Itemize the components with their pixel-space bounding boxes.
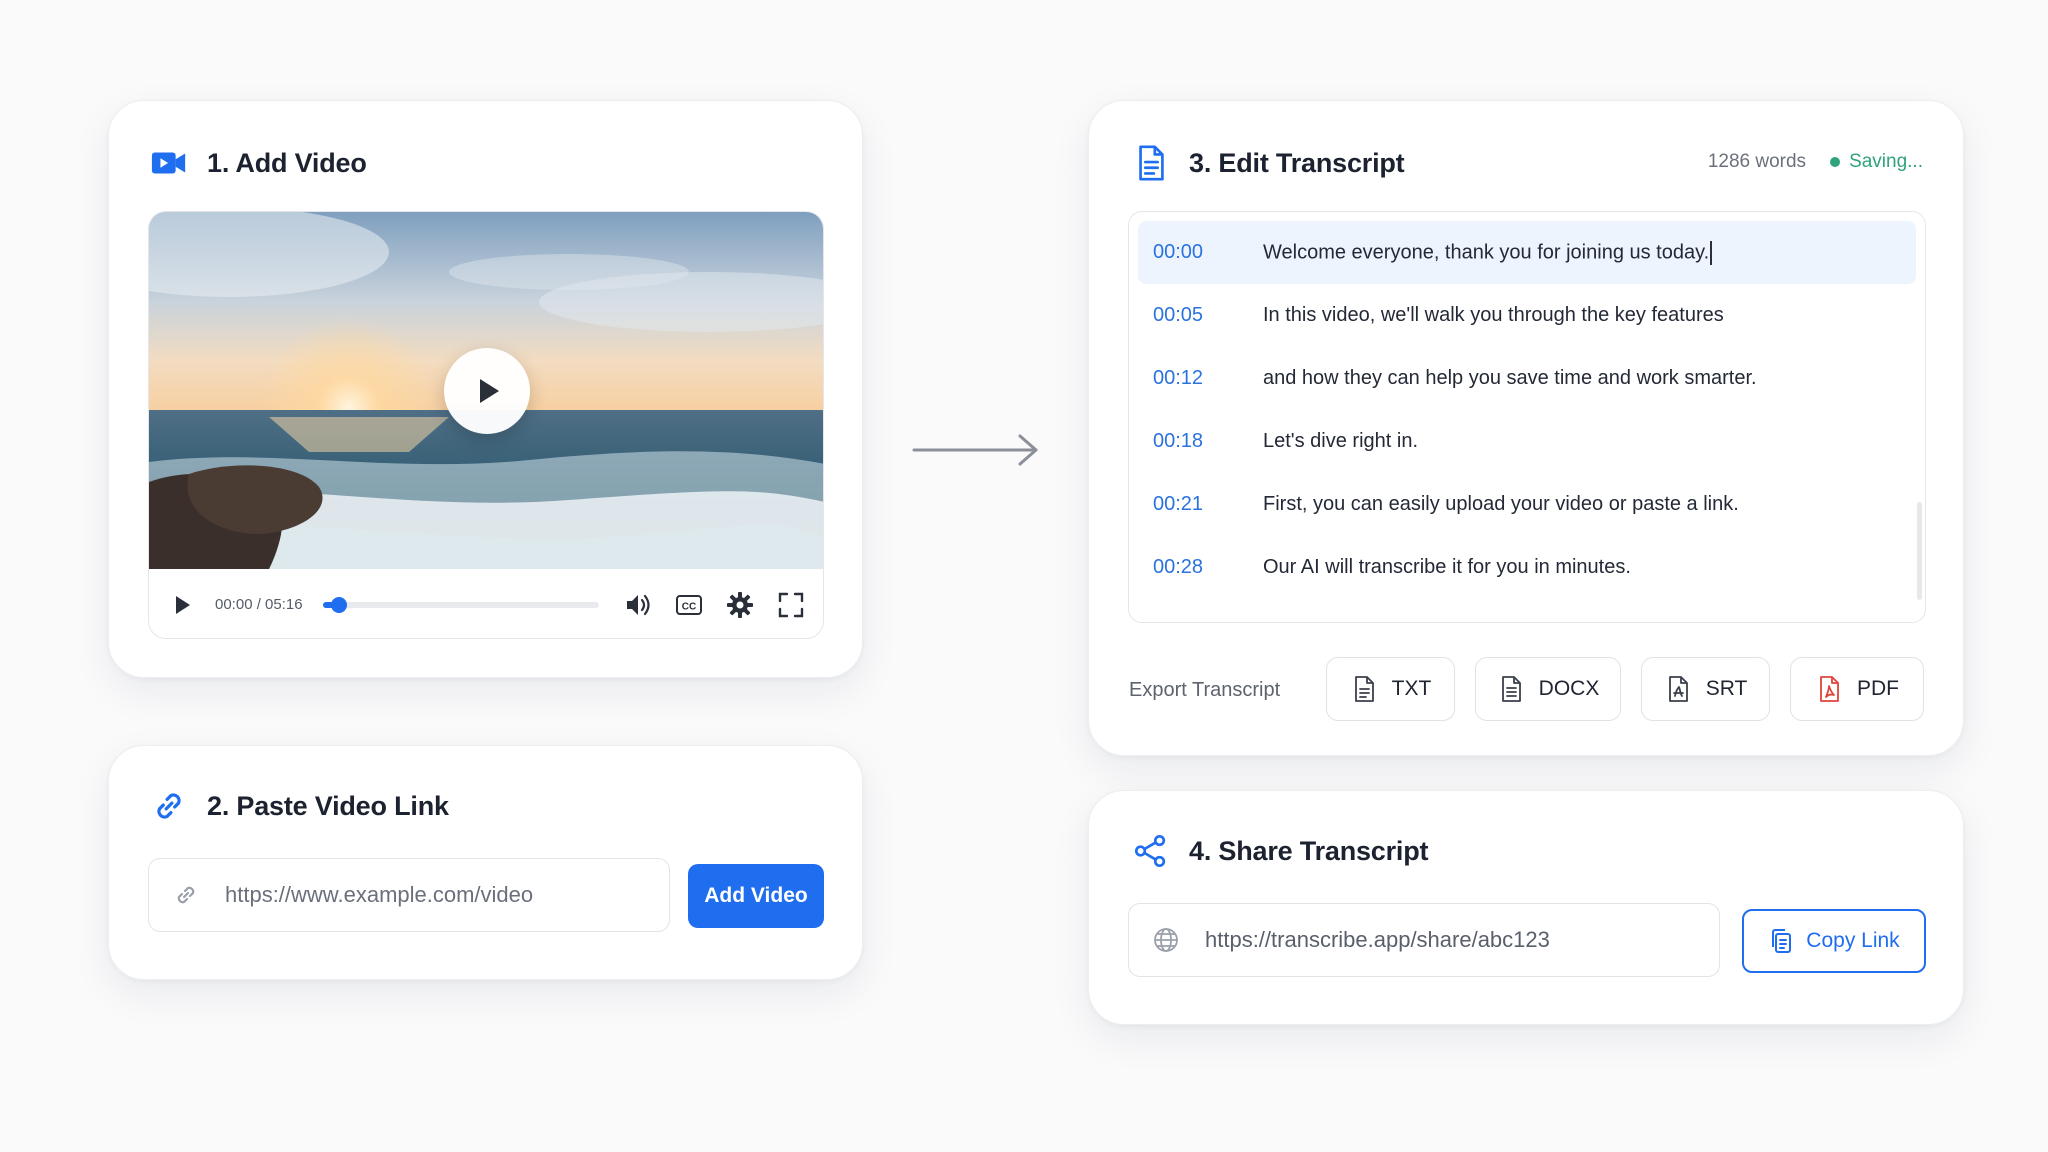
play-icon[interactable] bbox=[167, 590, 197, 620]
export-srt-button[interactable]: SRT bbox=[1641, 657, 1770, 721]
play-icon bbox=[480, 379, 499, 403]
word-count: 1286 words bbox=[1707, 151, 1807, 172]
document-icon bbox=[1131, 143, 1171, 183]
export-docx-label: DOCX bbox=[1538, 677, 1600, 700]
seek-bar[interactable] bbox=[322, 596, 599, 613]
transcript-editor[interactable]: 00:00 Welcome everyone, thank you for jo… bbox=[1128, 211, 1926, 623]
export-txt-label: TXT bbox=[1391, 677, 1432, 700]
video-player[interactable]: 00:00 / 05:16 CC bbox=[148, 211, 824, 639]
link-icon bbox=[149, 786, 189, 826]
share-url-field[interactable] bbox=[1128, 903, 1720, 977]
video-thumbnail[interactable] bbox=[149, 212, 823, 569]
add-video-title: 1. Add Video bbox=[207, 147, 367, 178]
saving-status: Saving... bbox=[1830, 151, 1923, 173]
paste-link-heading: 2. Paste Video Link bbox=[149, 786, 449, 826]
seek-handle[interactable] bbox=[331, 596, 348, 613]
text-caret bbox=[1710, 240, 1713, 265]
timestamp[interactable]: 00:00 bbox=[1153, 241, 1263, 264]
transcript-text[interactable]: Welcome everyone, thank you for joining … bbox=[1263, 240, 1713, 265]
saving-status-label: Saving... bbox=[1849, 151, 1923, 172]
srt-file-icon bbox=[1668, 676, 1688, 702]
add-video-heading: 1. Add Video bbox=[149, 143, 367, 183]
video-url-input[interactable] bbox=[225, 882, 645, 908]
transcript-text[interactable]: Our AI will transcribe it for you in min… bbox=[1263, 556, 1631, 579]
time-readout: 00:00 / 05:16 bbox=[215, 596, 303, 613]
timestamp[interactable]: 00:12 bbox=[1153, 367, 1263, 390]
share-icon bbox=[1131, 831, 1171, 871]
captions-icon[interactable]: CC bbox=[674, 590, 704, 620]
share-url-input[interactable] bbox=[1205, 927, 1705, 953]
share-transcript-card: 4. Share Transcript Copy Link bbox=[1088, 790, 1964, 1025]
transcript-line[interactable]: 00:05 In this video, we'll walk you thro… bbox=[1138, 284, 1916, 347]
transcript-text[interactable]: Let's dive right in. bbox=[1263, 430, 1418, 453]
add-video-button[interactable]: Add Video bbox=[688, 864, 824, 928]
transcript-text[interactable]: In this video, we'll walk you through th… bbox=[1263, 304, 1724, 327]
timestamp[interactable]: 00:28 bbox=[1153, 556, 1263, 579]
volume-icon[interactable] bbox=[623, 590, 653, 620]
transcript-line[interactable]: 00:12 and how they can help you save tim… bbox=[1138, 347, 1916, 410]
transcript-text[interactable]: and how they can help you save time and … bbox=[1263, 367, 1757, 390]
share-transcript-title: 4. Share Transcript bbox=[1189, 835, 1429, 866]
add-video-card: 1. Add Video 00:00 / 05:16 CC bbox=[108, 100, 863, 678]
paste-link-title: 2. Paste Video Link bbox=[207, 790, 449, 821]
transcript-line[interactable]: 00:00 Welcome everyone, thank you for jo… bbox=[1138, 221, 1916, 284]
share-transcript-heading: 4. Share Transcript bbox=[1131, 831, 1429, 871]
copy-icon bbox=[1772, 929, 1792, 953]
docx-file-icon bbox=[1501, 676, 1521, 702]
pdf-file-icon bbox=[1820, 676, 1839, 702]
edit-transcript-title: 3. Edit Transcript bbox=[1189, 147, 1405, 178]
transcript-text[interactable]: First, you can easily upload your video … bbox=[1263, 493, 1739, 516]
export-pdf-label: PDF bbox=[1857, 677, 1899, 700]
transcript-line[interactable]: 00:28 Our AI will transcribe it for you … bbox=[1138, 536, 1916, 599]
fullscreen-icon[interactable] bbox=[776, 590, 806, 620]
transcript-meta: 1286 words Saving... bbox=[1708, 151, 1923, 173]
timestamp[interactable]: 00:05 bbox=[1153, 304, 1263, 327]
status-dot bbox=[1830, 157, 1841, 167]
paste-link-card: 2. Paste Video Link Add Video bbox=[108, 745, 863, 980]
copy-link-button[interactable]: Copy Link bbox=[1742, 909, 1926, 973]
transcript-scrollbar[interactable] bbox=[1917, 502, 1922, 600]
video-camera-icon bbox=[149, 143, 189, 183]
video-url-field[interactable] bbox=[148, 858, 670, 932]
big-play-button[interactable] bbox=[444, 348, 530, 434]
link-icon bbox=[171, 880, 201, 910]
timestamp[interactable]: 00:18 bbox=[1153, 430, 1263, 453]
export-pdf-button[interactable]: PDF bbox=[1790, 657, 1924, 721]
player-controls: 00:00 / 05:16 CC bbox=[149, 569, 823, 638]
export-label: Export Transcript bbox=[1129, 679, 1281, 701]
txt-file-icon bbox=[1354, 676, 1374, 702]
arrow-right-icon bbox=[912, 434, 1038, 466]
export-docx-button[interactable]: DOCX bbox=[1475, 657, 1621, 721]
export-txt-button[interactable]: TXT bbox=[1326, 657, 1455, 721]
settings-icon[interactable] bbox=[725, 590, 755, 620]
timestamp[interactable]: 00:21 bbox=[1153, 493, 1263, 516]
svg-text:CC: CC bbox=[681, 601, 695, 612]
copy-link-label: Copy Link bbox=[1806, 929, 1900, 952]
edit-transcript-card: 3. Edit Transcript 1286 words Saving... … bbox=[1088, 100, 1964, 756]
edit-transcript-heading: 3. Edit Transcript bbox=[1131, 143, 1405, 183]
transcript-line[interactable]: 00:21 First, you can easily upload your … bbox=[1138, 473, 1916, 536]
globe-icon bbox=[1151, 925, 1181, 955]
export-srt-label: SRT bbox=[1705, 677, 1748, 700]
transcript-line[interactable]: 00:18 Let's dive right in. bbox=[1138, 410, 1916, 473]
